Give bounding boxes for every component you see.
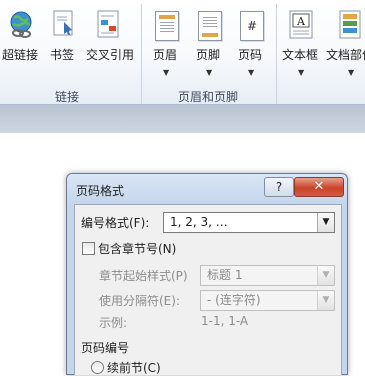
quick-parts-icon — [338, 10, 364, 43]
example-label: 示例: — [99, 316, 128, 330]
group-separator — [276, 4, 277, 104]
number-format-select[interactable]: 1, 2, 3, … ▼ — [163, 212, 335, 233]
text-box-label: 文本框 — [282, 48, 319, 62]
text-box-glyph: A — [297, 15, 305, 28]
hyperlink-globe-icon — [8, 10, 34, 41]
page-number-dropdown-arrow[interactable]: ▼ — [248, 68, 254, 77]
ribbon: 超链接 书签 交叉引用 页眉 ▼ 页脚 ▼ # 页码 ▼ A 文本框 ▼ 文档部… — [0, 0, 365, 105]
include-chapter-checkbox[interactable] — [82, 242, 95, 255]
chevron-down-icon[interactable]: ▼ — [317, 213, 334, 232]
page-number-format-dialog: 页码格式 ? ✕ 编号格式(F): 1, 2, 3, … ▼ 包含章节号(N) … — [66, 173, 348, 375]
text-box-icon: A — [288, 10, 314, 43]
group-label-links: 链接 — [55, 90, 80, 104]
group-separator — [141, 4, 142, 104]
number-format-label: 编号格式(F): — [81, 216, 150, 230]
document-area-top-band — [0, 105, 365, 133]
cross-reference-icon — [96, 10, 122, 43]
chapter-style-label: 章节起始样式(P) — [99, 269, 188, 283]
continue-radio[interactable] — [91, 361, 104, 374]
footer-dropdown-arrow[interactable]: ▼ — [206, 68, 212, 77]
bookmark-label: 书签 — [50, 48, 75, 62]
continue-label: 续前节(C) — [107, 361, 161, 375]
quick-parts-label: 文档部件 — [326, 48, 365, 62]
footer-icon — [198, 11, 222, 41]
cross-reference-label: 交叉引用 — [86, 48, 135, 62]
separator-label: 使用分隔符(E): — [99, 294, 180, 308]
chevron-down-icon[interactable]: ▼ — [317, 291, 334, 310]
example-value: 1-1, 1-A — [201, 314, 249, 328]
chapter-style-select[interactable]: 标题 1 ▼ — [200, 265, 335, 286]
chevron-down-icon[interactable]: ▼ — [317, 266, 334, 285]
group-label-header-footer: 页眉和页脚 — [178, 90, 239, 104]
dialog-body: 编号格式(F): 1, 2, 3, … ▼ 包含章节号(N) 章节起始样式(P)… — [74, 204, 342, 375]
footer-label: 页脚 — [196, 48, 221, 62]
page-number-icon: # — [240, 11, 264, 41]
text-box-dropdown-arrow[interactable]: ▼ — [298, 68, 304, 77]
header-label: 页眉 — [153, 48, 178, 62]
separator-value: - (连字符) — [207, 293, 261, 307]
separator-select[interactable]: - (连字符) ▼ — [200, 290, 335, 311]
dialog-title: 页码格式 — [76, 184, 125, 198]
page-number-label: 页码 — [238, 48, 263, 62]
header-icon — [155, 11, 179, 41]
page-numbering-section-label: 页码编号 — [81, 341, 130, 355]
include-chapter-label: 包含章节号(N) — [98, 242, 177, 256]
bookmark-icon — [52, 10, 76, 43]
quick-parts-dropdown-arrow[interactable]: ▼ — [348, 68, 354, 77]
chapter-style-value: 标题 1 — [207, 268, 243, 282]
number-format-value: 1, 2, 3, … — [170, 215, 228, 229]
header-dropdown-arrow[interactable]: ▼ — [163, 68, 169, 77]
page-number-glyph: # — [246, 19, 258, 33]
close-button[interactable]: ✕ — [294, 177, 344, 197]
help-button[interactable]: ? — [264, 177, 294, 197]
hyperlink-label: 超链接 — [2, 48, 39, 62]
